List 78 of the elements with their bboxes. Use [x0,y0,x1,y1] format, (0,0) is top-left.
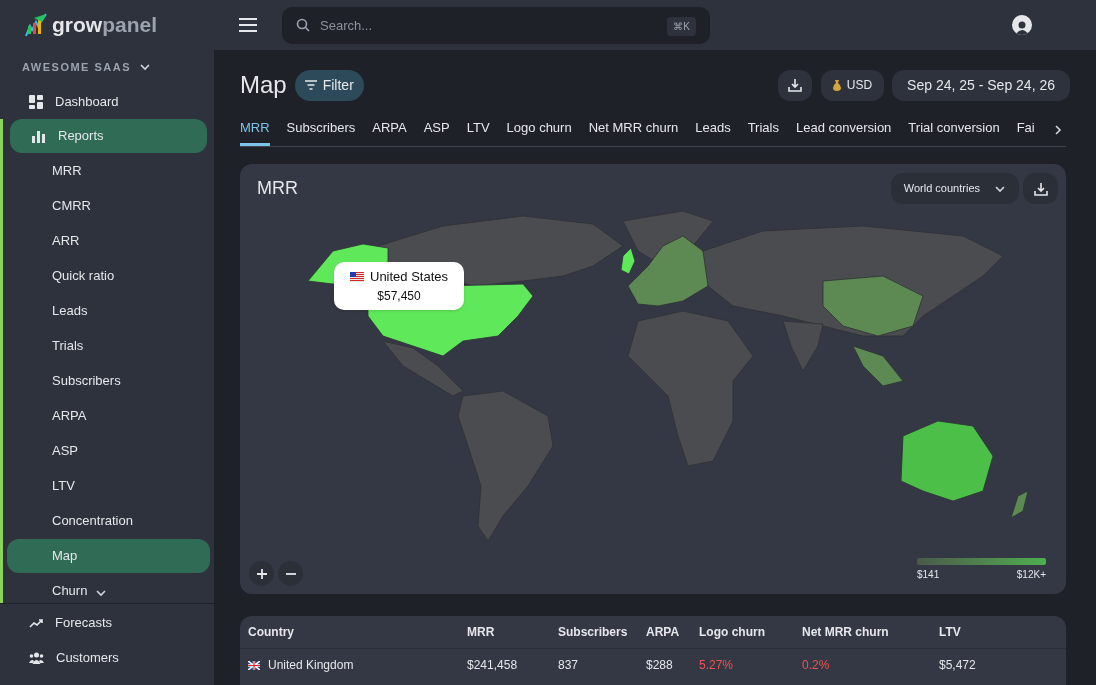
column-header: MRR [467,624,496,641]
sidebar-subitem[interactable]: Quick ratio [7,259,210,293]
column-header: ARPA [646,624,681,641]
tooltip-country: United States [370,268,449,286]
column-header: Subscribers [558,624,629,641]
tab[interactable]: Subscribers [286,113,356,146]
download-icon [1033,181,1048,196]
table-cell-text: 0.2% [802,657,830,674]
tab[interactable]: Logo churn [506,113,572,146]
user-silhouette-icon [1014,19,1030,35]
filter-icon [304,80,317,90]
legend-min-label: $141 [917,568,940,582]
download-icon [787,78,802,92]
search-icon [296,17,310,32]
tab[interactable]: Lead conversion [795,113,892,146]
column-header: Net MRR churn [802,624,890,641]
sidebar-subitem[interactable]: CMRR [7,189,210,223]
sidebar-item[interactable]: Customers [7,641,207,675]
tab[interactable]: Net MRR churn [588,113,679,146]
menu-icon [239,18,257,32]
table-cell-text: $288 [646,657,673,674]
sidebar-subitem[interactable]: ARR [7,224,210,258]
download-button[interactable] [777,69,812,101]
sidebar-item[interactable]: Reports [10,119,207,153]
tab[interactable]: Leads [695,113,731,146]
region-dropdown[interactable]: World countries [890,173,1019,204]
sidebar-subitem[interactable]: Concentration [7,504,210,538]
money-bag-icon [832,79,841,91]
table-cell-text: $241,458 [467,657,518,674]
currency-button[interactable]: USD [820,69,885,101]
sidebar-subitem[interactable]: MRR [7,154,210,188]
zoom-in-button[interactable] [249,561,274,586]
sidebar-subitem[interactable]: Subscribers [7,364,210,398]
legend-max-label: $12K+ [1016,568,1046,582]
column-header: LTV [939,624,962,641]
date-range-button[interactable]: Sep 24, 25 - Sep 24, 26 [892,69,1070,101]
download-button[interactable] [1023,173,1058,204]
zoom-out-button[interactable] [278,561,303,586]
tooltip-value: $57,450 [377,287,421,305]
trend-line-icon [29,617,43,629]
logo-icon [22,12,48,38]
chevron-down-icon [95,587,108,599]
avatar[interactable] [1012,15,1032,35]
sidebar-subitem[interactable]: ASP [7,434,210,468]
tab[interactable]: Fai [1016,113,1035,146]
column-header: Logo churn [699,624,766,641]
logo-text: growpanel [52,12,158,39]
sidebar-subitem[interactable]: Map [7,539,210,573]
sidebar-subitem[interactable]: LTV [7,469,210,503]
card-title: MRR [257,177,298,200]
sidebar-subitem[interactable]: ARPA [7,399,210,433]
sidebar-item[interactable]: Dashboard [7,85,207,119]
flag-icon [350,271,364,282]
sidebar-subitem[interactable]: Leads [7,294,210,328]
plus-icon [256,568,267,579]
table-cell-text: $5,472 [939,657,976,674]
sidebar-item[interactable]: Forecasts [7,606,207,640]
tab[interactable]: LTV [466,113,490,146]
page-title: Map [240,70,287,100]
bar-chart-icon [32,129,46,143]
table-cell-text: United Kingdom [268,657,354,674]
sidebar-subitem[interactable]: Trials [7,329,210,363]
sidebar-subitem[interactable]: Churn [7,574,210,603]
column-header: Country [247,624,295,641]
menu-button[interactable] [238,15,258,35]
chevron-down-icon [139,61,152,73]
people-icon [29,652,44,664]
tab[interactable]: Trials [747,113,779,146]
table-cell-text: 837 [558,657,579,674]
workspace-selector[interactable]: AWESOME SAAS [0,50,214,84]
table-cell-text: 5.27% [699,657,734,674]
dashboard-icon [29,95,43,109]
tab[interactable]: Trial conversion [908,113,1000,146]
tab[interactable]: ARPA [372,113,407,146]
tab[interactable]: MRR [240,113,270,146]
flag-icon [248,660,260,670]
tab[interactable]: ASP [423,113,450,146]
filter-button[interactable]: Filter [294,69,364,101]
